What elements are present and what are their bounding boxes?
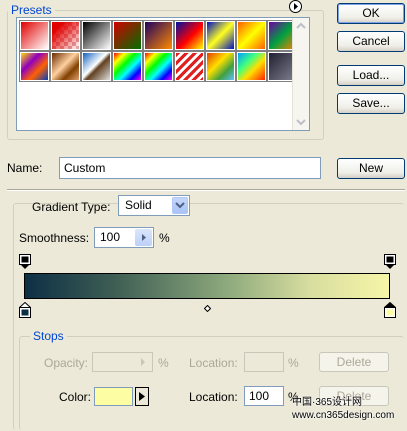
triangle-right-icon [139,392,145,401]
chevron-down-icon [175,202,185,209]
preset-swatch-spectrum[interactable] [112,51,143,82]
triangle-right-icon [142,234,146,241]
preset-swatch-blue-red-yellow[interactable] [174,20,205,51]
opacity-slider-button [135,354,151,370]
color-location-label: Location: [189,390,238,404]
preset-swatch-transparent-stripes[interactable] [174,51,205,82]
opacity-stop-icon [19,254,31,269]
smoothness-slider-button[interactable] [135,229,152,246]
divider [7,189,405,191]
color-stop-icon [18,301,32,318]
opacity-location-label: Location: [189,356,238,370]
smoothness-label: Smoothness: [19,231,90,245]
preset-swatch-yellow-violet-orange-blue[interactable] [19,51,50,82]
color-stop-right-selected[interactable] [383,301,397,322]
gradient-type-value: Solid [125,198,152,212]
preset-swatch-orange-yellow-orange[interactable] [236,20,267,51]
name-label: Name: [7,161,43,175]
preset-swatch-black-white[interactable] [81,20,112,51]
gradient-type-dropdown-button[interactable] [172,197,188,214]
cancel-button[interactable]: Cancel [337,31,405,52]
ok-button[interactable]: OK [337,3,405,24]
opacity-location-unit: % [288,356,299,370]
color-stop-icon [383,301,397,318]
smoothness-value: 100 [100,230,121,244]
color-stop-left[interactable] [18,301,32,322]
diamond-icon [203,304,211,313]
gradient-type-label: Gradient Type: [32,200,111,214]
name-field[interactable]: Custom [59,157,321,179]
color-swatch[interactable] [94,387,133,406]
preset-swatch-red-green[interactable] [112,20,143,51]
preset-swatch-foreground-to-transparent[interactable] [50,20,81,51]
opacity-unit: % [158,356,169,370]
triangle-right-icon [294,3,298,10]
scroll-up-button[interactable] [293,18,309,34]
opacity-stop-right[interactable] [384,254,396,273]
opacity-label: Opacity: [44,356,89,370]
scroll-down-button[interactable] [293,114,309,130]
smoothness-unit: % [159,231,170,245]
smoothness-input[interactable]: 100 [94,227,154,248]
presets-scrollbar[interactable] [292,18,309,130]
color-menu-button[interactable] [135,387,149,406]
preset-swatch-copper[interactable] [50,51,81,82]
preset-swatch-chrome[interactable] [81,51,112,82]
gradient-bar[interactable] [24,273,390,299]
presets-menu-button[interactable] [289,0,302,13]
chevron-down-icon [296,119,306,126]
save-button[interactable]: Save... [337,93,405,114]
preset-swatch-foreground-to-background[interactable] [19,20,50,51]
opacity-stop-icon [384,254,396,269]
preset-swatch-yellow-green-stripe[interactable] [205,51,236,82]
triangle-right-icon [141,358,145,366]
color-label: Color: [59,390,92,404]
preset-swatch-violet-orange[interactable] [143,20,174,51]
watermark: 中国·365设计网 www.cn365design.com [292,397,395,421]
gradient-type-select[interactable]: Solid [118,195,190,216]
preset-swatch-list [16,17,310,131]
opacity-input [92,352,153,372]
preset-swatch-transparent-rainbow[interactable] [143,51,174,82]
presets-label: Presets [11,3,52,17]
opacity-stop-left[interactable] [19,254,31,273]
preset-swatch-blue-yellow-blue[interactable] [205,20,236,51]
delete-opacity-stop-button: Delete [319,352,389,372]
color-location-field[interactable]: 100 [244,386,284,406]
chevron-up-icon [296,22,306,29]
opacity-location-field [244,352,284,372]
stops-label: Stops [33,329,64,343]
new-button[interactable]: New [337,158,405,179]
load-button[interactable]: Load... [337,65,405,86]
preset-swatch-rainbow-soft[interactable] [236,51,267,82]
midpoint-diamond[interactable] [203,301,211,313]
